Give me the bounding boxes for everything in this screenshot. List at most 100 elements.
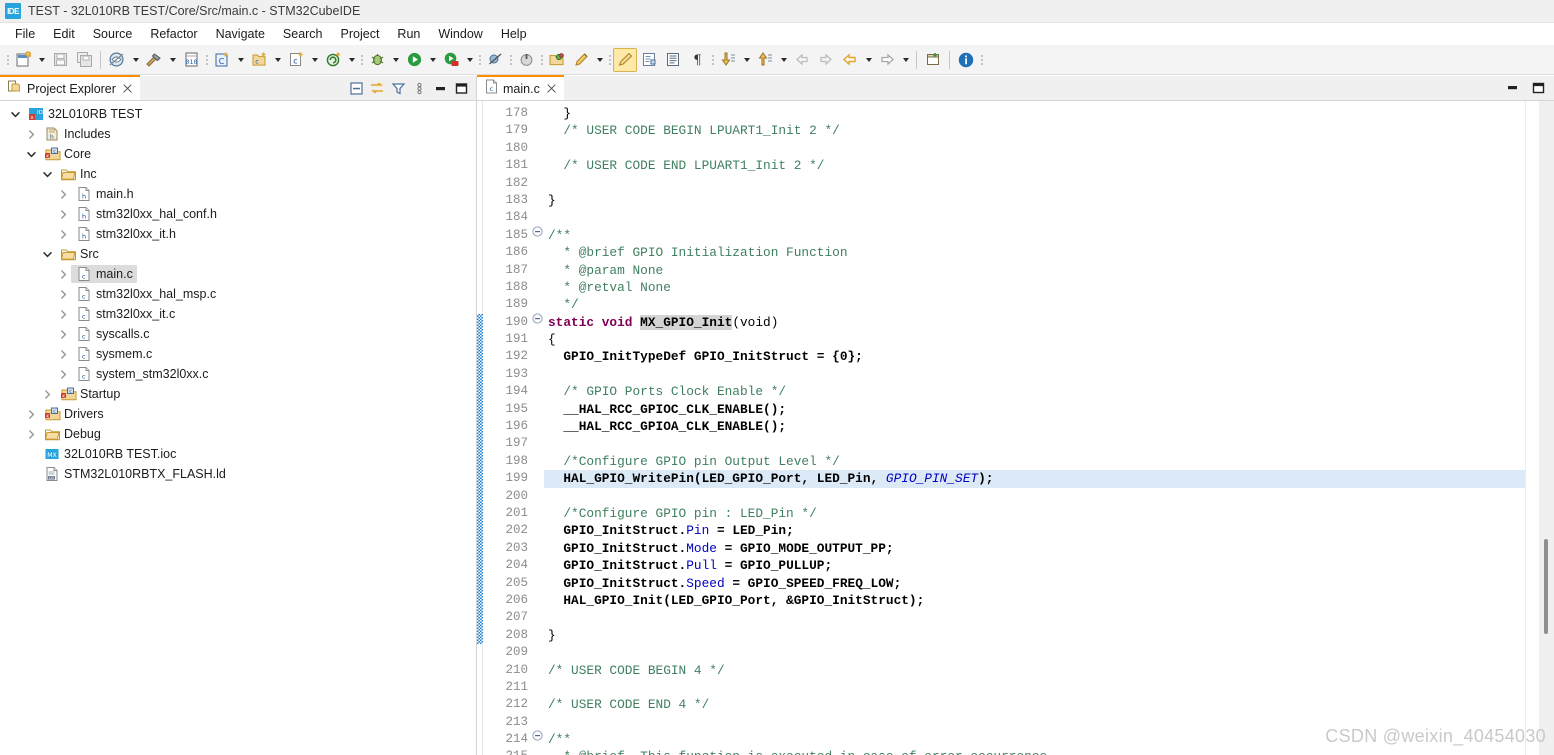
minimize-view-icon[interactable]: [431, 79, 449, 97]
previous-annotation-dropdown-arrow[interactable]: [777, 48, 790, 72]
menu-refactor[interactable]: Refactor: [141, 25, 206, 43]
toolbar-drag-handle-4[interactable]: [476, 49, 483, 71]
tree-item[interactable]: h Includes: [0, 124, 476, 144]
code-line[interactable]: * @brief GPIO Initialization Function: [544, 244, 1525, 261]
code-line[interactable]: /*Configure GPIO pin Output Level */: [544, 453, 1525, 470]
tree-item[interactable]: c x Drivers: [0, 404, 476, 424]
skip-all-breakpoints-button[interactable]: [483, 48, 507, 72]
maximize-editor-icon[interactable]: [1530, 81, 1546, 95]
code-line[interactable]: [544, 644, 1525, 661]
code-line[interactable]: GPIO_InitTypeDef GPIO_InitStruct = {0};: [544, 348, 1525, 365]
menu-navigate[interactable]: Navigate: [207, 25, 274, 43]
code-line[interactable]: [544, 609, 1525, 626]
code-line[interactable]: [544, 366, 1525, 383]
tab-main-c[interactable]: c main.c: [477, 75, 564, 100]
tree-item[interactable]: h stm32l0xx_it.h: [0, 224, 476, 244]
chevron-down-icon[interactable]: [7, 106, 23, 122]
information-button[interactable]: [954, 48, 978, 72]
tree-item[interactable]: c x Core: [0, 144, 476, 164]
tree-item-content[interactable]: IDEx32L010RB TEST: [23, 105, 146, 123]
menu-window[interactable]: Window: [429, 25, 491, 43]
minimize-editor-icon[interactable]: [1504, 81, 1520, 95]
menu-help[interactable]: Help: [492, 25, 536, 43]
code-line[interactable]: [544, 714, 1525, 731]
forward-dropdown-arrow[interactable]: [899, 48, 912, 72]
toolbar-drag-handle-5[interactable]: [507, 49, 514, 71]
tree-item[interactable]: MX 32L010RB TEST.ioc: [0, 444, 476, 464]
code-line[interactable]: [544, 488, 1525, 505]
code-line[interactable]: HAL_GPIO_Init(LED_GPIO_Port, &GPIO_InitS…: [544, 592, 1525, 609]
new-c-source-file-button[interactable]: c: [284, 48, 308, 72]
run-button[interactable]: [402, 48, 426, 72]
new-c-project-dropdown-arrow[interactable]: [234, 48, 247, 72]
code-line[interactable]: /**: [544, 731, 1525, 748]
code-line[interactable]: {: [544, 331, 1525, 348]
chevron-right-icon[interactable]: [55, 206, 71, 222]
chevron-right-icon[interactable]: [55, 186, 71, 202]
code-line[interactable]: /*Configure GPIO pin : LED_Pin */: [544, 505, 1525, 522]
code-line[interactable]: [544, 209, 1525, 226]
tree-item-content[interactable]: c main.c: [71, 265, 137, 283]
tree-item-content[interactable]: c system_stm32l0xx.c: [71, 365, 213, 383]
chevron-right-icon[interactable]: [55, 266, 71, 282]
code-line[interactable]: static void MX_GPIO_Init(void): [544, 314, 1525, 331]
forward-grey-button[interactable]: [814, 48, 838, 72]
maximize-view-icon[interactable]: [452, 79, 470, 97]
tree-item-content[interactable]: c stm32l0xx_hal_msp.c: [71, 285, 220, 303]
toolbar-drag-handle-7[interactable]: [606, 49, 613, 71]
tree-item-content[interactable]: c syscalls.c: [71, 325, 153, 343]
chevron-right-icon[interactable]: [55, 326, 71, 342]
tree-item-content[interactable]: c x Startup: [55, 385, 124, 403]
code-line[interactable]: GPIO_InitStruct.Pin = LED_Pin;: [544, 522, 1525, 539]
tree-item-content[interactable]: MX 32L010RB TEST.ioc: [39, 445, 180, 463]
source-editor[interactable]: 178 179 180 181 182 183 184 185 186 187 188 189 190 1…: [477, 101, 1554, 755]
code-line[interactable]: }: [544, 192, 1525, 209]
menu-project[interactable]: Project: [332, 25, 389, 43]
code-line[interactable]: GPIO_InitStruct.Pull = GPIO_PULLUP;: [544, 557, 1525, 574]
chevron-down-icon[interactable]: [39, 246, 55, 262]
tree-item[interactable]: h main.h: [0, 184, 476, 204]
run-dropdown-arrow[interactable]: [426, 48, 439, 72]
debug-dropdown-arrow[interactable]: [389, 48, 402, 72]
tree-item[interactable]: Src: [0, 244, 476, 264]
tree-item-content[interactable]: c stm32l0xx_it.c: [71, 305, 179, 323]
back-dropdown-arrow[interactable]: [862, 48, 875, 72]
tree-item[interactable]: Debug: [0, 424, 476, 444]
tree-item[interactable]: c sysmem.c: [0, 344, 476, 364]
menu-edit[interactable]: Edit: [44, 25, 84, 43]
overview-ruler[interactable]: [1525, 101, 1539, 755]
tree-item[interactable]: c main.c: [0, 264, 476, 284]
next-annotation-button[interactable]: [716, 48, 740, 72]
toolbar-drag-handle-8[interactable]: [709, 49, 716, 71]
show-whitespace-button[interactable]: [661, 48, 685, 72]
close-icon[interactable]: [545, 82, 558, 95]
menu-run[interactable]: Run: [388, 25, 429, 43]
tree-item-content[interactable]: h main.h: [71, 185, 138, 203]
debug-button[interactable]: [365, 48, 389, 72]
tree-item[interactable]: c syscalls.c: [0, 324, 476, 344]
binary-view-button[interactable]: 010: [179, 48, 203, 72]
new-c-folder-dropdown-arrow[interactable]: [271, 48, 284, 72]
new-file-button[interactable]: [11, 48, 35, 72]
tree-item-content[interactable]: Src: [55, 245, 103, 263]
search-pencil-dropdown-arrow[interactable]: [593, 48, 606, 72]
code-line[interactable]: * @param None: [544, 262, 1525, 279]
pilcrow-icon[interactable]: ¶: [685, 48, 709, 72]
fold-toggle-icon[interactable]: [531, 223, 544, 240]
forward-button[interactable]: [875, 48, 899, 72]
chevron-right-icon[interactable]: [23, 406, 39, 422]
build-all-button[interactable]: [105, 48, 129, 72]
toggle-mark-occurrences-button[interactable]: [613, 47, 637, 72]
tree-item[interactable]: c stm32l0xx_it.c: [0, 304, 476, 324]
view-filter-icon[interactable]: [389, 79, 407, 97]
new-class-button[interactable]: [321, 48, 345, 72]
tree-item-content[interactable]: LD STM32L010RBTX_FLASH.ld: [39, 465, 230, 483]
code-line[interactable]: * @retval None: [544, 279, 1525, 296]
tree-item[interactable]: c x Startup: [0, 384, 476, 404]
code-line[interactable]: GPIO_InitStruct.Speed = GPIO_SPEED_FREQ_…: [544, 575, 1525, 592]
chevron-right-icon[interactable]: [23, 426, 39, 442]
code-line[interactable]: GPIO_InitStruct.Mode = GPIO_MODE_OUTPUT_…: [544, 540, 1525, 557]
chevron-right-icon[interactable]: [55, 306, 71, 322]
tree-item-content[interactable]: h stm32l0xx_hal_conf.h: [71, 205, 221, 223]
code-line[interactable]: }: [544, 105, 1525, 122]
